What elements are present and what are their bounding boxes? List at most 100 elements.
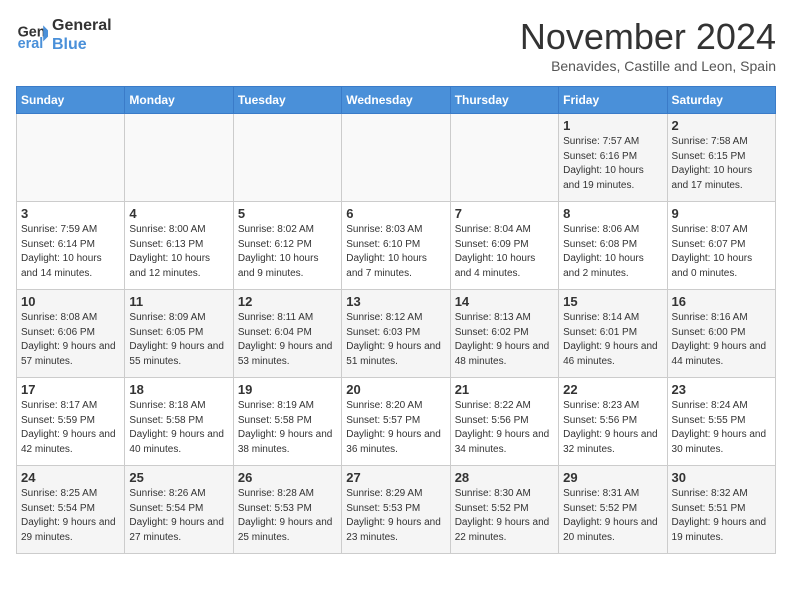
day-number: 17 [21, 382, 120, 397]
calendar-cell: 14Sunrise: 8:13 AM Sunset: 6:02 PM Dayli… [450, 290, 558, 378]
calendar-cell: 9 Sunrise: 8:07 AM Sunset: 6:07 PM Daylig… [667, 202, 775, 290]
calendar-cell: 21 Sunrise: 8:22 AM Sunset: 5:56 PM Dayli… [450, 378, 558, 466]
day-number: 21 [455, 382, 554, 397]
day-info: Sunrise: 8:28 AM Sunset: 5:53 PM Dayligh… [238, 487, 337, 545]
weekday-header-thursday: Thursday [450, 87, 558, 114]
day-number: 22 [563, 382, 662, 397]
calendar-cell: 23 Sunrise: 8:24 AM Sunset: 5:55 PM Dayli… [667, 378, 775, 466]
weekday-header-friday: Friday [559, 87, 667, 114]
day-info: Sunrise: 7:59 AM Sunset: 6:14 PM Dayligh… [21, 223, 120, 281]
day-info: Sunrise: 7:58 AM Sunset: 6:15 PM Dayligh… [672, 135, 771, 193]
weekday-header-saturday: Saturday [667, 87, 775, 114]
day-number: 30 [672, 470, 771, 485]
day-number: 14 [455, 294, 554, 309]
calendar-cell: 11Sunrise: 8:09 AM Sunset: 6:05 PM Dayli… [125, 290, 233, 378]
calendar-cell: 2 Sunrise: 7:58 AM Sunset: 6:15 PM Daylig… [667, 114, 775, 202]
calendar-cell: 24 Sunrise: 8:25 AM Sunset: 5:54 PM Dayli… [17, 466, 125, 554]
day-number: 12 [238, 294, 337, 309]
day-info: Sunrise: 8:12 AM Sunset: 6:03 PM Dayligh… [346, 311, 445, 369]
calendar-cell: 27 Sunrise: 8:29 AM Sunset: 5:53 PM Dayli… [342, 466, 450, 554]
calendar-week-1: 1 Sunrise: 7:57 AM Sunset: 6:16 PM Daylig… [17, 114, 776, 202]
day-number: 9 [672, 206, 771, 221]
calendar-cell: 8 Sunrise: 8:06 AM Sunset: 6:08 PM Daylig… [559, 202, 667, 290]
day-info: Sunrise: 8:30 AM Sunset: 5:52 PM Dayligh… [455, 487, 554, 545]
title-block: November 2024 Benavides, Castille and Le… [520, 16, 776, 74]
day-number: 19 [238, 382, 337, 397]
calendar-cell: 22 Sunrise: 8:23 AM Sunset: 5:56 PM Dayli… [559, 378, 667, 466]
page-header: Gen eral General Blue November 2024 Bena… [16, 16, 776, 74]
day-info: Sunrise: 8:29 AM Sunset: 5:53 PM Dayligh… [346, 487, 445, 545]
day-number: 25 [129, 470, 228, 485]
day-info: Sunrise: 8:23 AM Sunset: 5:56 PM Dayligh… [563, 399, 662, 457]
logo-icon: Gen eral [16, 19, 48, 51]
location-subtitle: Benavides, Castille and Leon, Spain [520, 58, 776, 74]
calendar-cell: 29 Sunrise: 8:31 AM Sunset: 5:52 PM Dayli… [559, 466, 667, 554]
day-info: Sunrise: 8:17 AM Sunset: 5:59 PM Dayligh… [21, 399, 120, 457]
day-info: Sunrise: 8:26 AM Sunset: 5:54 PM Dayligh… [129, 487, 228, 545]
day-info: Sunrise: 8:06 AM Sunset: 6:08 PM Dayligh… [563, 223, 662, 281]
day-info: Sunrise: 8:16 AM Sunset: 6:00 PM Dayligh… [672, 311, 771, 369]
day-number: 11 [129, 294, 228, 309]
day-number: 23 [672, 382, 771, 397]
day-number: 13 [346, 294, 445, 309]
day-info: Sunrise: 8:07 AM Sunset: 6:07 PM Dayligh… [672, 223, 771, 281]
day-info: Sunrise: 8:14 AM Sunset: 6:01 PM Dayligh… [563, 311, 662, 369]
day-number: 18 [129, 382, 228, 397]
calendar-week-5: 24 Sunrise: 8:25 AM Sunset: 5:54 PM Dayli… [17, 466, 776, 554]
calendar-cell: 13 Sunrise: 8:12 AM Sunset: 6:03 PM Dayli… [342, 290, 450, 378]
day-info: Sunrise: 8:19 AM Sunset: 5:58 PM Dayligh… [238, 399, 337, 457]
calendar-cell: 7Sunrise: 8:04 AM Sunset: 6:09 PM Daylig… [450, 202, 558, 290]
calendar-cell: 20 Sunrise: 8:20 AM Sunset: 5:57 PM Dayli… [342, 378, 450, 466]
calendar-cell: 28Sunrise: 8:30 AM Sunset: 5:52 PM Dayli… [450, 466, 558, 554]
day-number: 26 [238, 470, 337, 485]
calendar-cell [17, 114, 125, 202]
calendar-cell: 30 Sunrise: 8:32 AM Sunset: 5:51 PM Dayli… [667, 466, 775, 554]
weekday-header-monday: Monday [125, 87, 233, 114]
day-info: Sunrise: 7:57 AM Sunset: 6:16 PM Dayligh… [563, 135, 662, 193]
calendar-cell: 16Sunrise: 8:16 AM Sunset: 6:00 PM Dayli… [667, 290, 775, 378]
day-number: 7 [455, 206, 554, 221]
calendar-cell: 5 Sunrise: 8:02 AM Sunset: 6:12 PM Daylig… [233, 202, 341, 290]
calendar-cell: 6 Sunrise: 8:03 AM Sunset: 6:10 PM Daylig… [342, 202, 450, 290]
day-number: 8 [563, 206, 662, 221]
calendar-week-4: 17 Sunrise: 8:17 AM Sunset: 5:59 PM Dayli… [17, 378, 776, 466]
weekday-header-wednesday: Wednesday [342, 87, 450, 114]
day-number: 5 [238, 206, 337, 221]
calendar-week-3: 10 Sunrise: 8:08 AM Sunset: 6:06 PM Dayli… [17, 290, 776, 378]
day-info: Sunrise: 8:03 AM Sunset: 6:10 PM Dayligh… [346, 223, 445, 281]
day-info: Sunrise: 8:31 AM Sunset: 5:52 PM Dayligh… [563, 487, 662, 545]
day-info: Sunrise: 8:25 AM Sunset: 5:54 PM Dayligh… [21, 487, 120, 545]
weekday-header-row: SundayMondayTuesdayWednesdayThursdayFrid… [17, 87, 776, 114]
day-number: 29 [563, 470, 662, 485]
day-number: 1 [563, 118, 662, 133]
day-info: Sunrise: 8:02 AM Sunset: 6:12 PM Dayligh… [238, 223, 337, 281]
calendar-cell: 10 Sunrise: 8:08 AM Sunset: 6:06 PM Dayli… [17, 290, 125, 378]
day-number: 4 [129, 206, 228, 221]
svg-text:eral: eral [18, 36, 44, 51]
day-number: 24 [21, 470, 120, 485]
calendar-cell: 12 Sunrise: 8:11 AM Sunset: 6:04 PM Dayli… [233, 290, 341, 378]
day-number: 10 [21, 294, 120, 309]
day-info: Sunrise: 8:24 AM Sunset: 5:55 PM Dayligh… [672, 399, 771, 457]
day-number: 27 [346, 470, 445, 485]
calendar-cell: 19 Sunrise: 8:19 AM Sunset: 5:58 PM Dayli… [233, 378, 341, 466]
day-info: Sunrise: 8:00 AM Sunset: 6:13 PM Dayligh… [129, 223, 228, 281]
day-number: 6 [346, 206, 445, 221]
logo: Gen eral General Blue [16, 16, 112, 54]
logo-text-line2: Blue [52, 35, 112, 54]
calendar-cell: 15Sunrise: 8:14 AM Sunset: 6:01 PM Dayli… [559, 290, 667, 378]
calendar-cell [342, 114, 450, 202]
day-info: Sunrise: 8:22 AM Sunset: 5:56 PM Dayligh… [455, 399, 554, 457]
logo-text-line1: General [52, 16, 112, 35]
day-info: Sunrise: 8:20 AM Sunset: 5:57 PM Dayligh… [346, 399, 445, 457]
day-info: Sunrise: 8:32 AM Sunset: 5:51 PM Dayligh… [672, 487, 771, 545]
day-info: Sunrise: 8:11 AM Sunset: 6:04 PM Dayligh… [238, 311, 337, 369]
calendar-cell: 18Sunrise: 8:18 AM Sunset: 5:58 PM Dayli… [125, 378, 233, 466]
calendar-cell: 17 Sunrise: 8:17 AM Sunset: 5:59 PM Dayli… [17, 378, 125, 466]
month-title: November 2024 [520, 16, 776, 58]
day-info: Sunrise: 8:08 AM Sunset: 6:06 PM Dayligh… [21, 311, 120, 369]
day-number: 2 [672, 118, 771, 133]
calendar-week-2: 3Sunrise: 7:59 AM Sunset: 6:14 PM Daylig… [17, 202, 776, 290]
day-number: 20 [346, 382, 445, 397]
calendar-cell [450, 114, 558, 202]
